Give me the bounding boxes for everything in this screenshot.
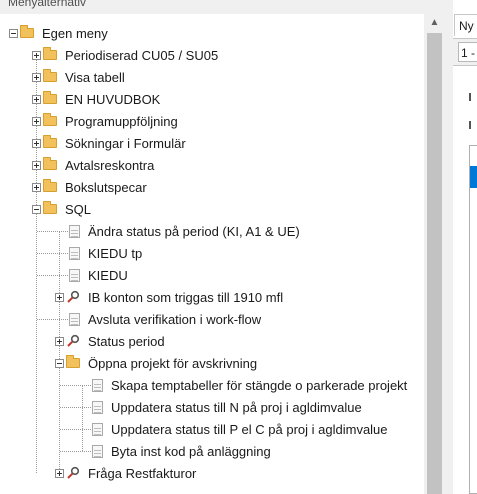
document-icon <box>92 378 103 392</box>
tree-item[interactable]: Status period <box>55 330 165 352</box>
panel-header: Menyalternativ <box>0 0 445 14</box>
expand-button[interactable] <box>55 468 64 478</box>
folder-icon <box>43 113 57 126</box>
tree-item-label: Ändra status på period (KI, A1 & UE) <box>88 223 300 239</box>
tree-item[interactable]: IB konton som triggas till 1910 mfl <box>55 286 283 308</box>
document-icon <box>92 444 103 458</box>
tree-item-label: Status period <box>88 333 165 349</box>
field-label <box>469 121 471 129</box>
expand-button[interactable] <box>32 50 41 60</box>
tree-item[interactable]: Ändra status på period (KI, A1 & UE) <box>69 220 300 242</box>
document-icon <box>69 246 80 260</box>
tree-item-label: SQL <box>65 201 92 217</box>
collapse-button[interactable] <box>32 204 41 214</box>
tree-item-label: IB konton som triggas till 1910 mfl <box>88 289 284 305</box>
document-icon <box>92 422 103 436</box>
tree-item-label: Programuppföljning <box>65 113 178 129</box>
document-icon <box>69 312 80 326</box>
tree-item[interactable]: Öppna projekt för avskrivning <box>55 352 257 374</box>
document-icon <box>69 224 80 238</box>
expand-button[interactable] <box>32 72 41 82</box>
tree-item[interactable]: Uppdatera status till N på proj i agldim… <box>92 396 362 418</box>
folder-icon <box>66 355 80 368</box>
collapse-button[interactable] <box>9 28 18 38</box>
tab-new[interactable]: Ny <box>454 14 477 36</box>
folder-icon <box>43 201 57 214</box>
tree-item[interactable]: Uppdatera status till P el C på proj i a… <box>92 418 388 440</box>
tree-item-label: Avtalsreskontra <box>65 157 155 173</box>
tree-item[interactable]: Byta inst kod på anläggning <box>92 440 271 462</box>
folder-icon <box>20 25 34 38</box>
tree-item[interactable]: Programuppföljning <box>32 110 178 132</box>
tree-item-label: Sökningar i Formulär <box>65 135 186 151</box>
tree-item[interactable]: SQL <box>32 198 91 220</box>
right-pane: Ny 1 - <box>453 0 477 494</box>
tree-item[interactable]: Avsluta verifikation i work-flow <box>69 308 261 330</box>
value-field[interactable]: 1 - <box>458 42 477 62</box>
panel-title: Menyalternativ <box>8 0 87 9</box>
tree-item-label: Fråga Restfakturor <box>88 465 197 481</box>
tree-item[interactable]: Fråga Restfakturor <box>55 462 196 484</box>
tree-item[interactable]: EN HUVUDBOK <box>32 88 160 110</box>
tree-item-label: Uppdatera status till P el C på proj i a… <box>111 421 388 437</box>
tree-item[interactable]: KIEDU tp <box>69 242 142 264</box>
expand-button[interactable] <box>32 116 41 126</box>
search-icon <box>67 466 80 479</box>
folder-icon <box>43 135 57 148</box>
folder-icon <box>43 47 57 60</box>
scroll-thumb[interactable] <box>427 33 442 494</box>
tree-item-label: Byta inst kod på anläggning <box>111 443 271 459</box>
vertical-scrollbar[interactable]: ▲ <box>424 14 445 494</box>
search-icon <box>67 334 80 347</box>
expand-button[interactable] <box>32 138 41 148</box>
selected-row[interactable] <box>470 166 477 188</box>
document-icon <box>92 400 103 414</box>
scroll-up-button[interactable]: ▲ <box>424 14 445 31</box>
tree-item-label: Periodiserad CU05 / SU05 <box>65 47 219 63</box>
tree-item-label: Bokslutspecar <box>65 179 147 195</box>
menu-tree[interactable]: Egen meny Periodiserad CU05 / SU05 Visa ta… <box>0 14 424 494</box>
folder-icon <box>43 69 57 82</box>
tree-item-label: KIEDU tp <box>88 245 143 261</box>
expand-button[interactable] <box>32 182 41 192</box>
tree-item[interactable]: Egen meny <box>9 22 108 44</box>
pane-splitter[interactable] <box>445 0 453 494</box>
collapse-button[interactable] <box>55 358 64 368</box>
tree-item[interactable]: Skapa temptabeller för stängde o parkera… <box>92 374 407 396</box>
expand-button[interactable] <box>32 94 41 104</box>
tree-item[interactable]: Sökningar i Formulär <box>32 132 186 154</box>
result-list[interactable] <box>469 145 477 494</box>
folder-icon <box>43 157 57 170</box>
tree-item-label: Uppdatera status till N på proj i agldim… <box>111 399 362 415</box>
tree-item-label: Visa tabell <box>65 69 125 85</box>
tree-item-label: Öppna projekt för avskrivning <box>88 355 258 371</box>
expand-button[interactable] <box>32 160 41 170</box>
folder-icon <box>43 91 57 104</box>
tree-item[interactable]: Avtalsreskontra <box>32 154 154 176</box>
expand-button[interactable] <box>55 336 64 346</box>
document-icon <box>69 268 80 282</box>
field-label <box>469 93 471 101</box>
chevron-up-icon: ▲ <box>429 17 440 28</box>
tree-item[interactable]: KIEDU <box>69 264 128 286</box>
tree-item-label: Skapa temptabeller för stängde o parkera… <box>111 377 408 393</box>
folder-icon <box>43 179 57 192</box>
tree-item[interactable]: Visa tabell <box>32 66 125 88</box>
tree-item-label: EN HUVUDBOK <box>65 91 161 107</box>
expand-button[interactable] <box>55 292 64 302</box>
search-icon <box>67 290 80 303</box>
tree-item-label: KIEDU <box>88 267 128 283</box>
tree-item-label: Egen meny <box>42 25 108 41</box>
tree-item[interactable]: Bokslutspecar <box>32 176 147 198</box>
tree-item[interactable]: Periodiserad CU05 / SU05 <box>32 44 218 66</box>
tree-item-label: Avsluta verifikation i work-flow <box>88 311 262 327</box>
